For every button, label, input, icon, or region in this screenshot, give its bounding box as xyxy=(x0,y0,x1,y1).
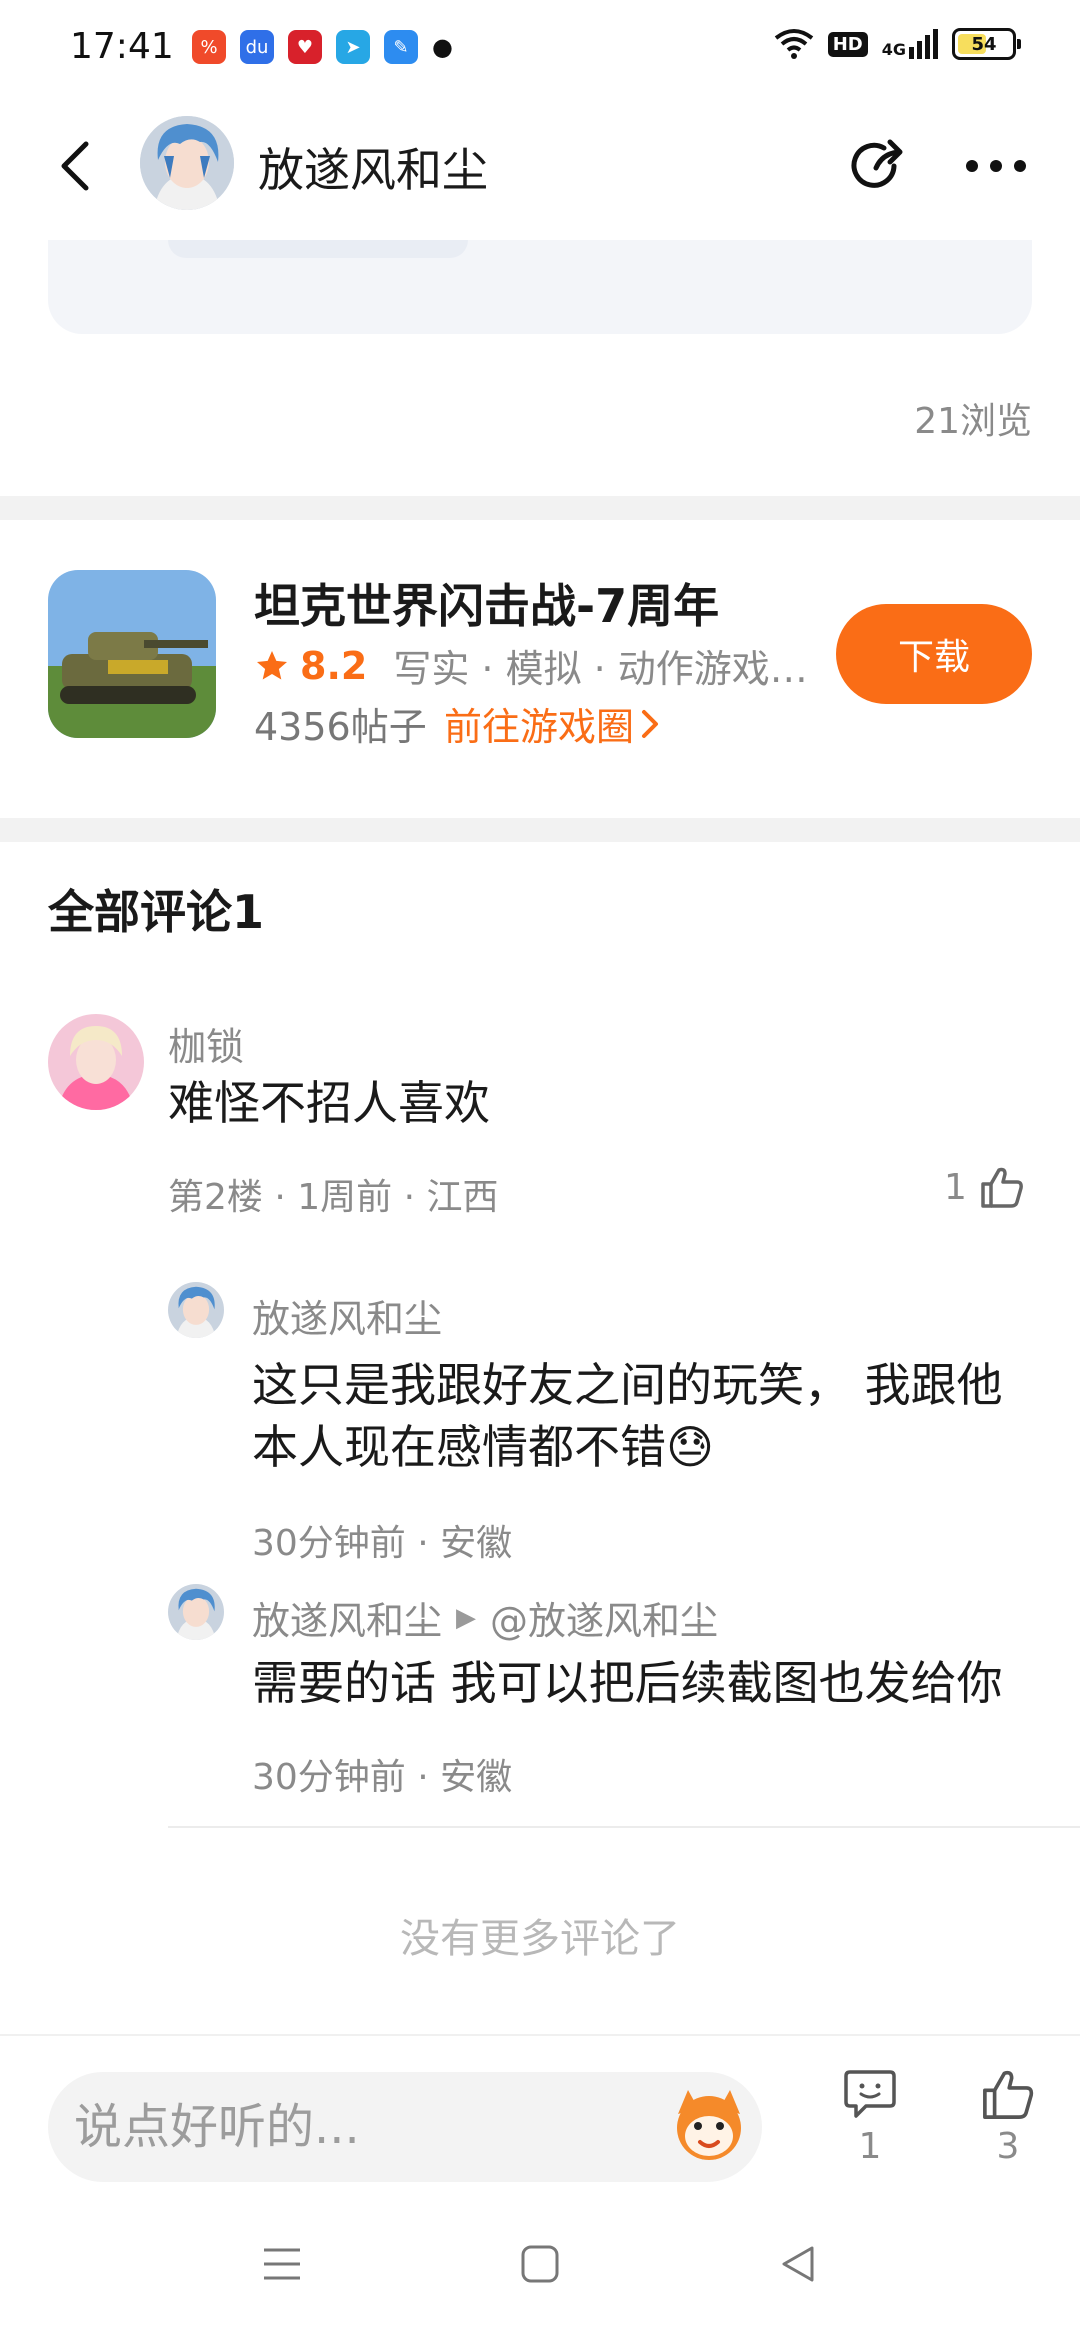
top-bar: 放遂风和尘 xyxy=(0,96,1080,240)
status-bar: 17:41 % du ♥ ➤ ✎ ● HD 4G 54 xyxy=(0,0,1080,96)
game-meta: 8.2 写实 · 模拟 · 动作游戏… xyxy=(254,638,813,693)
mascot-icon xyxy=(677,2090,741,2160)
comment-bubble-icon xyxy=(844,2070,896,2118)
share-button[interactable] xyxy=(840,130,912,202)
system-indicators: HD 4G 54 xyxy=(774,28,1021,60)
section-divider xyxy=(0,496,1080,520)
home-button[interactable] xyxy=(500,2224,580,2304)
reply-text-line: 本人现在感情都不错😓 xyxy=(252,1420,714,1474)
game-rating: 8.2 xyxy=(300,643,368,688)
reply-author-avatar[interactable] xyxy=(168,1282,224,1338)
battery-level: 54 xyxy=(971,33,997,55)
system-nav-bar xyxy=(0,2184,1080,2340)
anime-avatar-image xyxy=(168,1282,224,1338)
heart-app-icon: ♥ xyxy=(288,30,322,64)
menu-lines-icon xyxy=(264,2248,300,2280)
post-like-count: 3 xyxy=(996,2126,1020,2167)
signal-icon: 4G xyxy=(882,29,938,59)
reply-meta: 30分钟前 · 安徽 xyxy=(252,1757,513,1798)
back-nav-button[interactable] xyxy=(758,2224,838,2304)
reply-to-user[interactable]: @放遂风和尘 xyxy=(490,1590,718,1645)
comment-like-button[interactable]: 1 xyxy=(944,1164,1025,1210)
chevron-left-icon xyxy=(61,141,89,191)
game-card[interactable]: 坦克世界闪击战-7周年 8.2 写实 · 模拟 · 动作游戏… 4356帖子 前… xyxy=(0,520,1080,820)
anime-avatar-image xyxy=(140,116,234,210)
section-divider xyxy=(0,818,1080,842)
reply-author-name[interactable]: 放遂风和尘 xyxy=(252,1590,442,1645)
reply-author-name[interactable]: 放遂风和尘 xyxy=(252,1288,442,1343)
game-circle-link-label: 前往游戏圈 xyxy=(444,705,635,749)
star-icon xyxy=(257,650,287,679)
comments-heading: 全部评论1 xyxy=(48,885,265,939)
mascot-emoji-button[interactable] xyxy=(668,2084,750,2166)
shopping-app-icon: % xyxy=(192,30,226,64)
feather-app-icon: ✎ xyxy=(384,30,418,64)
chevron-right-icon xyxy=(642,709,659,738)
recent-apps-button[interactable] xyxy=(242,2224,322,2304)
reply-to-arrow-icon: ▶ xyxy=(456,1602,477,1633)
more-options-button[interactable] xyxy=(960,130,1032,202)
view-count: 21浏览 xyxy=(914,401,1032,442)
notification-icons: % du ♥ ➤ ✎ ● xyxy=(192,30,453,64)
comment-like-count: 1 xyxy=(944,1166,967,1208)
commenter-avatar-image xyxy=(48,1014,144,1110)
game-post-count: 4356帖子 xyxy=(254,705,427,749)
comment-meta: 第2楼 · 1周前 · 江西 xyxy=(168,1177,499,1218)
comment-count-button[interactable]: 1 xyxy=(830,2066,910,2167)
no-more-comments: 没有更多评论了 xyxy=(400,1916,680,1962)
reply-author-avatar[interactable] xyxy=(168,1584,224,1640)
comment-input[interactable] xyxy=(48,2072,762,2182)
game-icon[interactable] xyxy=(48,570,216,738)
status-time: 17:41 xyxy=(70,26,174,67)
thumbs-up-icon xyxy=(981,1167,1023,1208)
telegram-icon: ➤ xyxy=(336,30,370,64)
network-type: 4G xyxy=(881,40,906,59)
share-icon xyxy=(851,139,903,188)
comment-text: 难怪不招人喜欢 xyxy=(168,1076,490,1130)
home-square-icon xyxy=(521,2245,559,2283)
more-dots-icon xyxy=(966,160,1026,172)
tank-game-image xyxy=(48,570,216,738)
post-content-card xyxy=(48,240,1032,334)
post-like-button[interactable]: 3 xyxy=(968,2066,1048,2167)
anime-avatar-image xyxy=(168,1584,224,1640)
comments-divider xyxy=(168,1826,1080,1828)
reply-header: 放遂风和尘 ▶ @放遂风和尘 xyxy=(252,1590,718,1645)
baidu-app-icon: du xyxy=(240,30,274,64)
game-title: 坦克世界闪击战-7周年 xyxy=(254,579,720,633)
download-button[interactable]: 下载 xyxy=(836,604,1032,704)
reply-text-line: 这只是我跟好友之间的玩笑， 我跟他 xyxy=(252,1358,1003,1412)
commenter-name[interactable]: 枷锁 xyxy=(168,1016,244,1071)
reply-text: 需要的话 我可以把后续截图也发给你 xyxy=(252,1656,1003,1710)
comment-count: 1 xyxy=(858,2126,882,2167)
hd-badge: HD xyxy=(827,31,868,57)
thumbs-up-icon xyxy=(983,2070,1034,2119)
back-triangle-icon xyxy=(782,2246,814,2282)
post-card-shape xyxy=(168,240,468,258)
game-tags: 写实 · 模拟 · 动作游戏… xyxy=(393,647,808,691)
page-title: 放遂风和尘 xyxy=(258,143,488,197)
wifi-icon xyxy=(774,29,813,59)
game-circle-link[interactable]: 前往游戏圈 xyxy=(444,696,660,751)
more-notifications-dot: ● xyxy=(432,33,453,61)
commenter-avatar[interactable] xyxy=(48,1014,144,1110)
author-avatar[interactable] xyxy=(140,116,234,210)
back-button[interactable] xyxy=(44,136,104,196)
comment-input-bar: 1 3 xyxy=(0,2034,1080,2184)
reply-meta: 30分钟前 · 安徽 xyxy=(252,1523,513,1564)
battery-icon: 54 xyxy=(952,28,1021,60)
